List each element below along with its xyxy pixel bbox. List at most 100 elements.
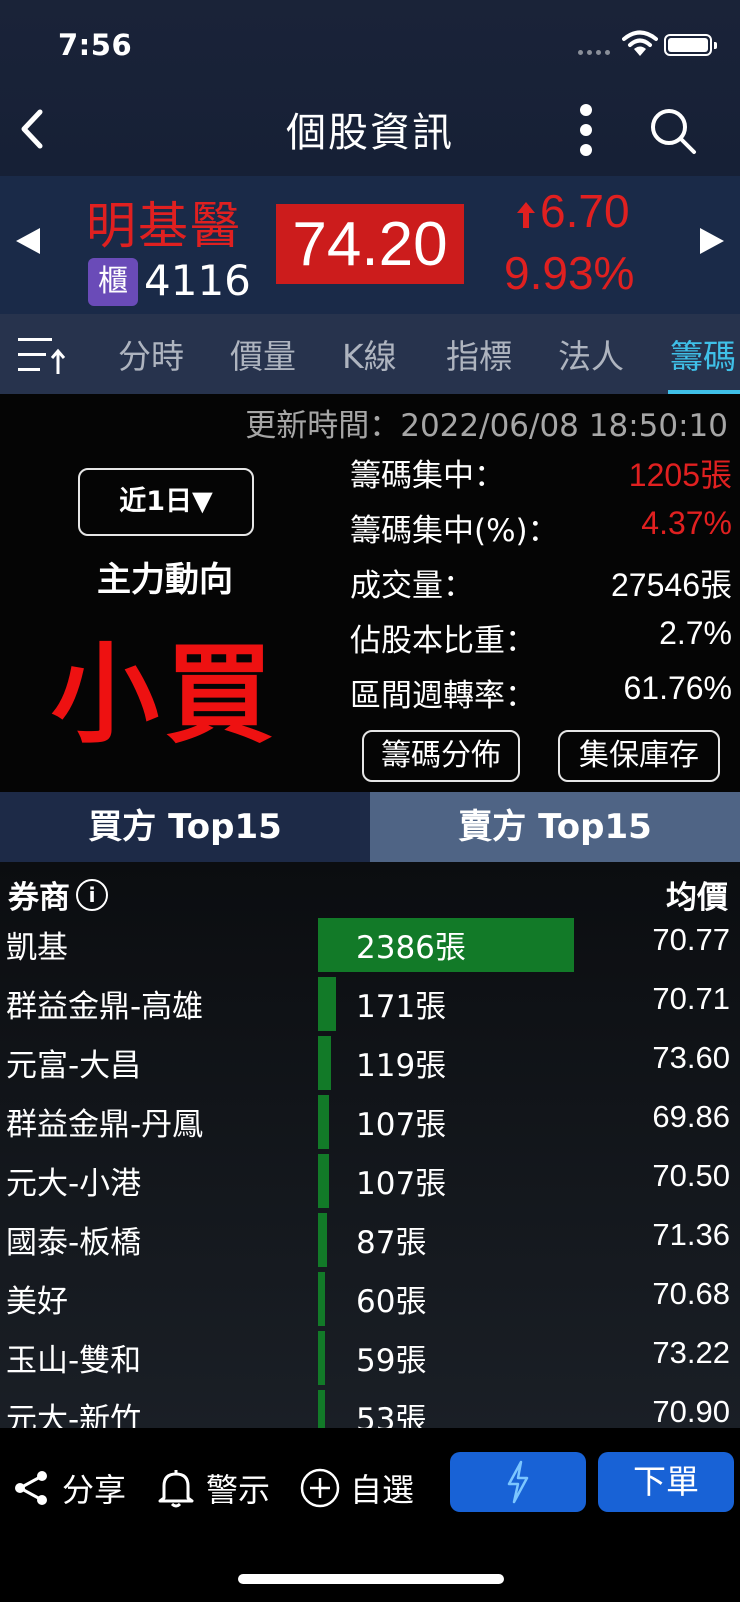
up-arrow-icon <box>517 202 535 228</box>
stat-value: 1205張 <box>628 457 732 493</box>
stat-value: 2.7% <box>659 615 732 651</box>
volume-bar <box>318 977 336 1031</box>
more-options-button[interactable] <box>572 104 600 156</box>
column-header-avg-price: 均價 <box>666 880 728 916</box>
watchlist-button[interactable]: 自選 <box>300 1458 414 1518</box>
broker-list[interactable]: 券商 i 均價 凱基 2386張 70.77 群益金鼎-高雄 171張 70.71 元富-大… <box>0 862 740 1428</box>
next-stock-button[interactable] <box>700 228 724 254</box>
avg-price-value: 73.60 <box>652 1040 730 1075</box>
tab-kline[interactable]: K線 <box>342 330 397 378</box>
stat-label: 區間週轉率： <box>350 678 536 714</box>
volume-bar <box>318 1272 325 1326</box>
table-row[interactable]: 群益金鼎-丹鳳 107張 69.86 <box>0 1091 740 1149</box>
volume-bar <box>318 1095 329 1149</box>
avg-price-value: 70.68 <box>652 1276 730 1311</box>
tab-chips[interactable]: 籌碼 <box>670 330 736 378</box>
stock-price: 74.20 <box>276 204 464 284</box>
custody-inventory-button[interactable]: 集保庫存 <box>558 730 720 782</box>
quick-order-button[interactable] <box>450 1452 586 1512</box>
buy-sell-tabs: 買方 Top15 賣方 Top15 <box>0 792 740 862</box>
tab-bar: 分時 價量 K線 指標 法人 籌碼 <box>0 314 740 394</box>
search-button[interactable] <box>648 106 698 156</box>
stat-value: 61.76% <box>623 670 732 706</box>
volume-value: 119張 <box>356 1048 447 1084</box>
table-row[interactable]: 元富-大昌 119張 73.60 <box>0 1032 740 1090</box>
share-label: 分享 <box>62 1471 127 1509</box>
stat-value: 4.37% <box>641 505 732 541</box>
broker-name: 群益金鼎-丹鳳 <box>6 1107 204 1143</box>
avg-price-value: 70.77 <box>652 922 730 957</box>
stat-label: 成交量： <box>350 568 474 604</box>
volume-value: 87張 <box>356 1225 427 1261</box>
home-indicator <box>238 1574 504 1584</box>
avg-price-value: 69.86 <box>652 1099 730 1134</box>
broker-name: 元大-新竹 <box>6 1402 142 1428</box>
volume-value: 53張 <box>356 1402 427 1428</box>
stat-row: 籌碼集中： 1205張 <box>350 450 732 500</box>
alert-button[interactable]: 警示 <box>156 1458 270 1518</box>
stat-row: 成交量： 27546張 <box>350 560 732 610</box>
avg-price-value: 73.22 <box>652 1335 730 1370</box>
info-icon[interactable]: i <box>76 878 108 911</box>
table-row[interactable]: 玉山-雙和 59張 73.22 <box>0 1327 740 1385</box>
signal-icon <box>578 50 610 55</box>
table-row[interactable]: 元大-新竹 53張 70.90 <box>0 1386 740 1428</box>
share-button[interactable]: 分享 <box>12 1458 126 1518</box>
table-row[interactable]: 元大-小港 107張 70.50 <box>0 1150 740 1208</box>
tab-buyers-top15[interactable]: 買方 Top15 <box>0 792 370 862</box>
wifi-icon <box>622 30 658 56</box>
volume-value: 107張 <box>356 1107 447 1143</box>
stat-label: 籌碼集中(%)： <box>350 513 559 549</box>
table-row[interactable]: 凱基 2386張 70.77 <box>0 914 740 972</box>
column-header-broker-label: 券商 <box>8 880 70 916</box>
avg-price-value: 71.36 <box>652 1217 730 1252</box>
stock-name: 明基醫 <box>86 197 242 255</box>
quote-strip: 明基醫 櫃 4116 74.20 6.70 9.93% <box>0 176 740 314</box>
volume-bar <box>318 1154 329 1208</box>
main-force-label: 主力動向 <box>97 560 233 600</box>
previous-stock-button[interactable] <box>16 228 40 254</box>
broker-name: 元大-小港 <box>6 1166 142 1202</box>
add-circle-icon <box>300 1468 340 1508</box>
place-order-button[interactable]: 下單 <box>598 1452 734 1512</box>
stat-row: 區間週轉率： 61.76% <box>350 670 732 720</box>
broker-name: 玉山-雙和 <box>6 1343 142 1379</box>
volume-bar <box>318 1036 331 1090</box>
share-icon <box>15 1471 47 1505</box>
period-dropdown[interactable]: 近1日▼ <box>78 468 254 536</box>
lightning-icon <box>507 1460 529 1504</box>
tab-indicators[interactable]: 指標 <box>446 330 512 378</box>
page-title: 個股資訊 <box>286 110 454 156</box>
price-change: 6.70 <box>540 185 630 237</box>
update-time: 更新時間：2022/06/08 18:50:10 <box>245 408 728 444</box>
stat-label: 佔股本比重： <box>350 623 536 659</box>
avg-price-value: 70.50 <box>652 1158 730 1193</box>
volume-bar <box>318 1390 325 1428</box>
alert-label: 警示 <box>206 1471 271 1509</box>
broker-name: 凱基 <box>6 930 68 966</box>
chips-summary: 更新時間：2022/06/08 18:50:10 近1日▼ 主力動向 小買 籌碼… <box>0 394 740 792</box>
avg-price-value: 70.71 <box>652 981 730 1016</box>
tab-price-volume[interactable]: 價量 <box>230 330 296 378</box>
chip-distribution-button[interactable]: 籌碼分佈 <box>362 730 520 782</box>
stat-value: 27546張 <box>611 567 732 603</box>
table-row[interactable]: 美好 60張 70.68 <box>0 1268 740 1326</box>
volume-value: 107張 <box>356 1166 447 1202</box>
sort-menu-icon[interactable] <box>18 334 66 376</box>
market-badge: 櫃 <box>88 258 138 306</box>
stat-row: 籌碼集中(%)： 4.37% <box>350 505 732 555</box>
table-row[interactable]: 國泰-板橋 87張 71.36 <box>0 1209 740 1267</box>
column-header-broker: 券商 i <box>8 872 108 917</box>
volume-bar <box>318 1213 327 1267</box>
table-row[interactable]: 群益金鼎-高雄 171張 70.71 <box>0 973 740 1031</box>
tab-institutional[interactable]: 法人 <box>558 330 624 378</box>
volume-value: 2386張 <box>356 930 466 966</box>
avg-price-value: 70.90 <box>652 1394 730 1428</box>
tab-intraday[interactable]: 分時 <box>118 330 184 378</box>
tab-sellers-top15[interactable]: 賣方 Top15 <box>370 792 740 862</box>
stat-row: 佔股本比重： 2.7% <box>350 615 732 665</box>
battery-icon <box>664 34 717 56</box>
watchlist-label: 自選 <box>350 1471 415 1509</box>
broker-name: 國泰-板橋 <box>6 1225 142 1261</box>
broker-name: 元富-大昌 <box>6 1048 142 1084</box>
